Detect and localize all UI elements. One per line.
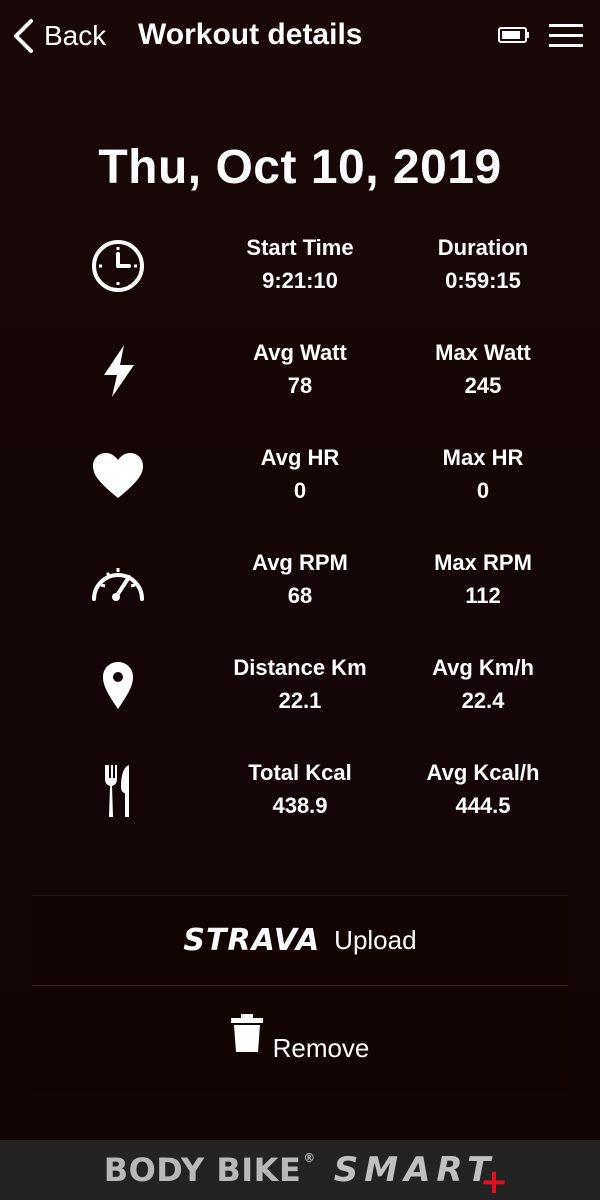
stat-label: Max HR <box>442 445 524 470</box>
stat-duration: Duration 0:59:15 <box>393 234 573 296</box>
stat-value: 0 <box>293 478 307 503</box>
brand-footer: BODY BIKE ® SMART + <box>0 1140 600 1200</box>
stat-value: 112 <box>465 583 501 608</box>
registered-mark: ® <box>303 1151 316 1165</box>
stat-row-distance: Distance Km 22.1 Avg Km/h 22.4 <box>0 650 600 755</box>
actions-panel: STRAVA Upload Remove <box>32 895 568 1090</box>
stat-value: 438.9 <box>272 793 328 818</box>
header-bar: Back Workout details <box>0 0 600 72</box>
page-title: Workout details <box>138 18 363 51</box>
stat-label: Duration <box>437 235 529 260</box>
stat-label: Avg Kcal/h <box>426 760 540 785</box>
stat-row-kcal: Total Kcal 438.9 Avg Kcal/h 444.5 <box>0 755 600 860</box>
stat-start-time: Start Time 9:21:10 <box>210 234 390 296</box>
brand-secondary-text: SMART <box>333 1150 497 1190</box>
stat-value: 9:21:10 <box>262 268 338 293</box>
stat-max-hr: Max HR 0 <box>393 444 573 506</box>
stat-label: Avg Watt <box>253 340 347 365</box>
brand-body-bike: BODY BIKE ® <box>104 1151 316 1189</box>
back-button[interactable]: Back <box>12 18 106 54</box>
stat-label: Max Watt <box>435 340 531 365</box>
stat-label: Avg RPM <box>252 550 348 575</box>
workout-date: Thu, Oct 10, 2019 <box>98 141 502 194</box>
heart-icon <box>86 444 150 508</box>
trash-icon <box>230 1013 263 1052</box>
strava-upload-button[interactable]: STRAVA Upload <box>32 896 568 985</box>
battery-icon <box>498 26 530 49</box>
stat-avg-watt: Avg Watt 78 <box>210 339 390 401</box>
hamburger-menu-icon[interactable] <box>548 22 584 55</box>
speedometer-icon <box>86 549 150 613</box>
stat-value: 68 <box>287 583 313 608</box>
strava-logo: STRAVA <box>183 923 321 958</box>
stat-total-kcal: Total Kcal 438.9 <box>210 759 390 821</box>
stat-value: 0:59:15 <box>445 268 521 293</box>
remove-button[interactable]: Remove <box>32 986 568 1091</box>
brand-plus: + <box>479 1162 515 1200</box>
fork-knife-icon <box>86 759 150 823</box>
stat-label: Avg Km/h <box>432 655 534 680</box>
chevron-left-icon <box>14 19 33 53</box>
stat-value: 444.5 <box>455 793 511 818</box>
stat-label: Start Time <box>246 235 354 260</box>
stat-label: Max RPM <box>434 550 532 575</box>
stat-value: 245 <box>464 373 502 398</box>
stat-row-hr: Avg HR 0 Max HR 0 <box>0 440 600 545</box>
stat-value: 22.1 <box>278 688 322 713</box>
stat-distance: Distance Km 22.1 <box>210 654 390 716</box>
stat-row-time: Start Time 9:21:10 Duration 0:59:15 <box>0 230 600 335</box>
stat-row-watt: Avg Watt 78 Max Watt 245 <box>0 335 600 440</box>
stat-label: Avg HR <box>260 445 340 470</box>
back-label: Back <box>44 20 107 51</box>
remove-label: Remove <box>272 1033 370 1063</box>
stat-avg-rpm: Avg RPM 68 <box>210 549 390 611</box>
upload-label: Upload <box>334 925 417 955</box>
stat-label: Total Kcal <box>248 760 352 785</box>
stat-value: 22.4 <box>461 688 505 713</box>
brand-smart: SMART + <box>333 1150 509 1200</box>
stat-avg-speed: Avg Km/h 22.4 <box>393 654 573 716</box>
stat-max-watt: Max Watt 245 <box>393 339 573 401</box>
stat-value: 0 <box>476 478 490 503</box>
stat-value: 78 <box>287 373 313 398</box>
stat-label: Distance Km <box>233 655 367 680</box>
stats-list: Start Time 9:21:10 Duration 0:59:15 Avg … <box>0 230 600 860</box>
stat-avg-hr: Avg HR 0 <box>210 444 390 506</box>
brand-primary-text: BODY BIKE <box>103 1151 302 1189</box>
lightning-icon <box>86 339 150 403</box>
location-pin-icon <box>86 654 150 718</box>
stat-max-rpm: Max RPM 112 <box>393 549 573 611</box>
clock-icon <box>86 234 150 298</box>
stat-row-rpm: Avg RPM 68 Max RPM 112 <box>0 545 600 650</box>
stat-avg-kcal: Avg Kcal/h 444.5 <box>393 759 573 821</box>
